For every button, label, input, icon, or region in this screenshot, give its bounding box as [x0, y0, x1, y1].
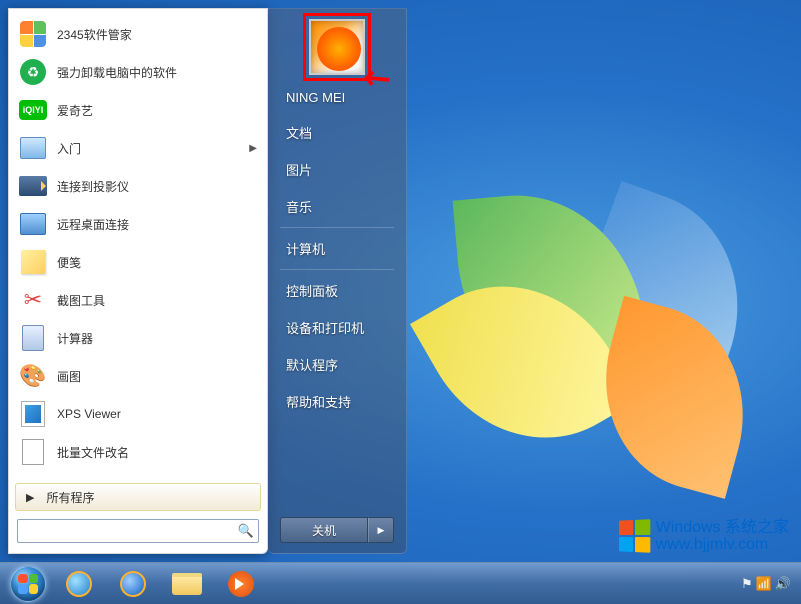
avatar-flower-icon [317, 27, 361, 71]
2345-icon [19, 20, 47, 48]
taskbar: ⚑ 📶 🔊 [0, 562, 801, 604]
shutdown-button[interactable]: 关机 [280, 517, 368, 543]
taskbar-explorer[interactable] [161, 566, 213, 602]
taskbar-wmp[interactable] [215, 566, 267, 602]
taskbar-ie[interactable] [53, 566, 105, 602]
right-item-music[interactable]: 音乐 [268, 188, 406, 225]
program-label: 截图工具 [57, 292, 105, 309]
all-programs-arrow-icon: ▶ [26, 491, 34, 504]
tray-volume-icon[interactable]: 🔊 [775, 576, 791, 592]
right-item-pictures[interactable]: 图片 [268, 151, 406, 188]
program-remote-desktop[interactable]: 远程桌面连接 [11, 205, 265, 243]
all-programs-button[interactable]: ▶ 所有程序 [15, 483, 261, 511]
system-tray[interactable]: ⚑ 📶 🔊 [741, 576, 797, 592]
search-icon: 🔍 [238, 523, 254, 539]
program-label: 便笺 [57, 254, 81, 271]
program-sticky-notes[interactable]: 便笺 [11, 243, 265, 281]
program-paint[interactable]: 🎨 画图 [11, 357, 265, 395]
program-label: 入门 [57, 140, 81, 157]
start-button[interactable] [4, 565, 52, 603]
separator [280, 227, 394, 228]
ie64-icon [120, 571, 146, 597]
program-label: 强力卸载电脑中的软件 [57, 64, 177, 81]
all-programs-label: 所有程序 [46, 489, 94, 506]
right-item-default-programs[interactable]: 默认程序 [268, 346, 406, 383]
paint-icon: 🎨 [19, 362, 47, 390]
tray-flag-icon[interactable]: ⚑ [741, 576, 753, 592]
tray-network-icon[interactable]: 📶 [756, 576, 772, 592]
iqiyi-icon: iQIYI [19, 96, 47, 124]
taskbar-ie64[interactable] [107, 566, 159, 602]
program-getting-started[interactable]: 入门 ▶ [11, 129, 265, 167]
search-input[interactable] [22, 524, 238, 538]
snipping-tool-icon: ✂ [19, 286, 47, 314]
start-menu-right-panel: ↖ NING MEI 文档 图片 音乐 计算机 控制面板 设备和打印机 默认程序… [268, 8, 407, 554]
program-label: 远程桌面连接 [57, 216, 129, 233]
ie-icon [66, 571, 92, 597]
program-batch-rename[interactable]: 批量文件改名 [11, 433, 265, 471]
uninstall-icon: ♻ [19, 58, 47, 86]
windows-wallpaper-leaf [430, 140, 770, 520]
search-box[interactable]: 🔍 [17, 519, 259, 543]
shutdown-row: 关机 ▶ [280, 517, 394, 543]
watermark-title: Windows 系统之家 [656, 519, 789, 537]
separator [280, 269, 394, 270]
program-label: 2345软件管家 [57, 26, 132, 43]
shutdown-options-button[interactable]: ▶ [368, 517, 394, 543]
watermark: Windows 系统之家 www.bjjmlv.com [618, 519, 789, 554]
submenu-arrow-icon: ▶ [249, 143, 257, 154]
windows-logo-icon [619, 520, 650, 553]
windows-orb-icon [10, 566, 46, 602]
xps-viewer-icon [19, 400, 47, 428]
program-label: 计算器 [57, 330, 93, 347]
projector-icon [19, 172, 47, 200]
right-item-help[interactable]: 帮助和支持 [268, 383, 406, 420]
right-item-control-panel[interactable]: 控制面板 [268, 272, 406, 309]
program-label: 爱奇艺 [57, 102, 93, 119]
user-avatar[interactable] [309, 19, 365, 75]
program-snipping-tool[interactable]: ✂ 截图工具 [11, 281, 265, 319]
program-iqiyi[interactable]: iQIYI 爱奇艺 [11, 91, 265, 129]
right-item-documents[interactable]: 文档 [268, 114, 406, 151]
rename-icon [19, 438, 47, 466]
program-uninstall[interactable]: ♻ 强力卸载电脑中的软件 [11, 53, 265, 91]
start-menu-left-panel: 2345软件管家 ♻ 强力卸载电脑中的软件 iQIYI 爱奇艺 入门 ▶ 连接到… [8, 8, 268, 554]
sticky-notes-icon [19, 248, 47, 276]
program-calculator[interactable]: 计算器 [11, 319, 265, 357]
right-item-computer[interactable]: 计算机 [268, 230, 406, 267]
right-item-devices[interactable]: 设备和打印机 [268, 309, 406, 346]
program-2345[interactable]: 2345软件管家 [11, 15, 265, 53]
program-label: 画图 [57, 368, 81, 385]
explorer-icon [172, 573, 202, 595]
program-xps-viewer[interactable]: XPS Viewer [11, 395, 265, 433]
program-label: 连接到投影仪 [57, 178, 129, 195]
program-label: 批量文件改名 [57, 444, 129, 461]
program-label: XPS Viewer [57, 407, 121, 421]
programs-list: 2345软件管家 ♻ 强力卸载电脑中的软件 iQIYI 爱奇艺 入门 ▶ 连接到… [9, 9, 267, 479]
program-projector[interactable]: 连接到投影仪 [11, 167, 265, 205]
remote-desktop-icon [19, 210, 47, 238]
calculator-icon [19, 324, 47, 352]
wmp-icon [228, 571, 254, 597]
watermark-url: www.bjjmlv.com [656, 536, 789, 554]
getting-started-icon [19, 134, 47, 162]
start-menu: 2345软件管家 ♻ 强力卸载电脑中的软件 iQIYI 爱奇艺 入门 ▶ 连接到… [0, 0, 415, 562]
